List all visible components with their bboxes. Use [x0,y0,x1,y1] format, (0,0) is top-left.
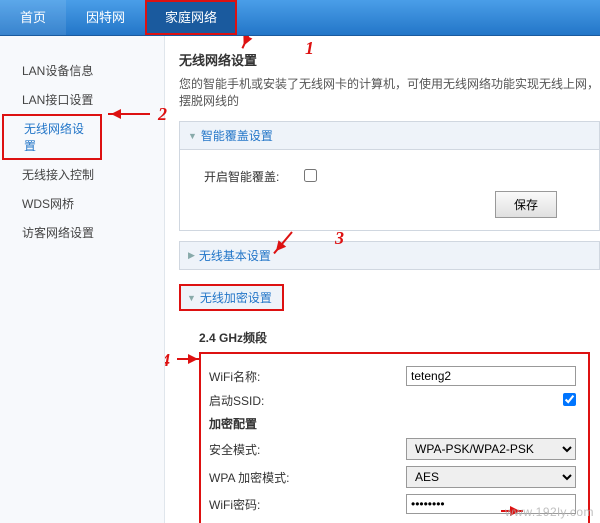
sidebar-item-wireless[interactable]: 无线网络设置 [2,114,102,160]
wpa-mode-select[interactable]: AES [406,466,576,488]
encrypt-config-box: WiFi名称: 启动SSID: 加密配置 安全模式: WPA-PSK/WPA2-… [199,352,590,523]
section-smart-coverage-header[interactable]: ▼ 智能覆盖设置 [180,122,599,150]
wpa-mode-label: WPA 加密模式: [209,469,309,486]
triangle-down-icon: ▼ [188,131,197,141]
wifi-name-input[interactable] [406,366,576,386]
section-smart-coverage: ▼ 智能覆盖设置 开启智能覆盖: 保存 [179,121,600,231]
section-wireless-basic-title: 无线基本设置 [199,247,271,264]
sidebar-item-lan-interface[interactable]: LAN接口设置 [0,85,164,114]
wifi-pwd-label: WiFi密码: [209,496,309,513]
sidebar-item-wds[interactable]: WDS网桥 [0,189,164,218]
top-nav: 首页 因特网 家庭网络 [0,0,600,36]
wifi-name-label: WiFi名称: [209,368,309,385]
enable-ssid-label: 启动SSID: [209,392,309,409]
page-title: 无线网络设置 [179,50,600,69]
enc-cfg-label: 加密配置 [209,415,580,432]
sidebar-item-wireless-access[interactable]: 无线接入控制 [0,160,164,189]
sidebar: LAN设备信息 LAN接口设置 无线网络设置 无线接入控制 WDS网桥 访客网络… [0,36,165,523]
band-label: 2.4 GHz频段 [199,329,596,346]
section-wireless-encrypt-header[interactable]: ▼ 无线加密设置 [179,284,284,311]
triangle-down-icon: ▼ [187,293,196,303]
watermark: www.192ly.com [505,505,594,519]
section-wireless-encrypt: ▼ 无线加密设置 2.4 GHz频段 WiFi名称: 启动SSID: 加密配置 [179,284,600,523]
sec-mode-label: 安全模式: [209,441,309,458]
annotation-4: 4 [165,350,170,371]
main: 无线网络设置 您的智能手机或安装了无线网卡的计算机，可使用无线网络功能实现无线上… [165,36,600,523]
smart-save-button[interactable]: 保存 [495,191,557,218]
section-wireless-encrypt-title: 无线加密设置 [200,289,272,306]
page-desc: 您的智能手机或安装了无线网卡的计算机，可使用无线网络功能实现无线上网，摆脱网线的 [179,75,600,109]
section-wireless-basic-header[interactable]: ▶ 无线基本设置 [180,242,599,269]
annotation-arrow-1 [249,36,251,50]
tab-home[interactable]: 首页 [0,0,66,35]
smart-enable-label: 开启智能覆盖: [204,168,304,185]
sidebar-item-lan-devices[interactable]: LAN设备信息 [0,56,164,85]
layout: LAN设备信息 LAN接口设置 无线网络设置 无线接入控制 WDS网桥 访客网络… [0,36,600,523]
smart-enable-checkbox[interactable] [304,169,317,182]
section-wireless-basic: ▶ 无线基本设置 [179,241,600,270]
sidebar-item-guest-network[interactable]: 访客网络设置 [0,218,164,247]
sec-mode-select[interactable]: WPA-PSK/WPA2-PSK [406,438,576,460]
tab-internet[interactable]: 因特网 [66,0,145,35]
section-smart-coverage-title: 智能覆盖设置 [201,127,273,144]
tab-home-network[interactable]: 家庭网络 [145,0,237,35]
enable-ssid-checkbox[interactable] [563,393,576,406]
triangle-right-icon: ▶ [188,250,195,261]
